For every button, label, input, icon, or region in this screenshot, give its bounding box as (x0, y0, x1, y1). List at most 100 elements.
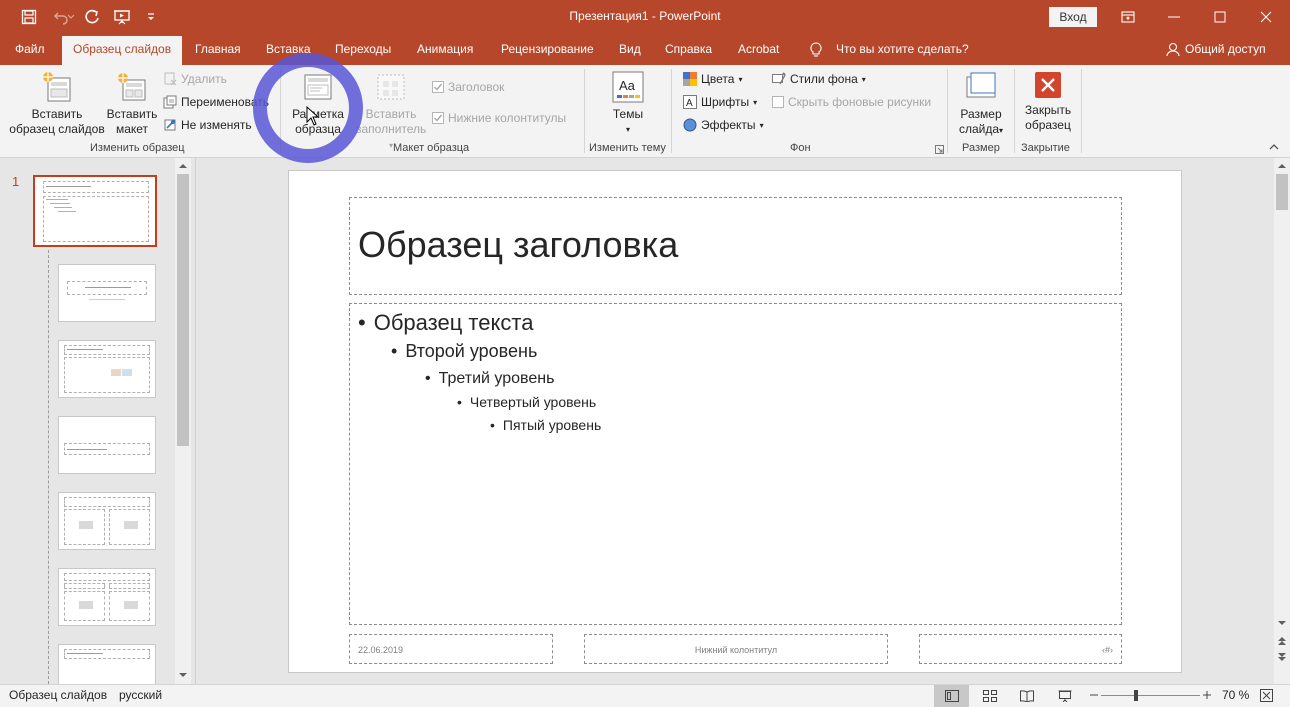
close-master-view-button[interactable]: Закрыть образец (1018, 71, 1078, 133)
master-layout-icon (302, 71, 334, 103)
master-slide-number: 1 (12, 174, 20, 189)
next-slide-icon[interactable] (1277, 652, 1287, 662)
slide-title-text: Образец заголовка (358, 224, 679, 265)
format-background-launcher-icon[interactable] (935, 145, 944, 154)
date-placeholder[interactable]: 22.06.2019 (349, 634, 553, 664)
editor-scroll-thumb[interactable] (1276, 174, 1288, 210)
previous-slide-icon[interactable] (1277, 636, 1287, 646)
ribbon-display-options-icon[interactable] (1105, 0, 1151, 34)
thumb-picture (79, 601, 93, 609)
footer-slide-number: ‹#› (1102, 645, 1113, 655)
scroll-up-icon[interactable] (1277, 163, 1287, 169)
editor-scrollbar[interactable] (1274, 158, 1290, 684)
slide-size-button[interactable]: Размер слайда▾ (951, 71, 1011, 138)
tab-transitions[interactable]: Переходы (335, 42, 391, 56)
tab-acrobat[interactable]: Acrobat (738, 42, 779, 56)
background-styles-button[interactable]: Стили фона ▾ (772, 72, 866, 86)
slide-number-placeholder[interactable]: ‹#› (919, 634, 1122, 664)
colors-caret-icon: ▾ (738, 74, 743, 84)
zoom-slider-handle[interactable] (1133, 690, 1138, 701)
delete-button[interactable]: Удалить (163, 72, 227, 86)
rename-button[interactable]: Переименовать (163, 95, 269, 109)
scroll-down-icon[interactable] (1277, 620, 1287, 626)
preserve-button[interactable]: Не изменять (163, 118, 252, 132)
group-label-background: Фон (790, 142, 811, 154)
svg-text:A: A (686, 98, 693, 109)
group-label-close: Закрытие (1021, 142, 1070, 154)
tab-help[interactable]: Справка (665, 42, 712, 56)
ribbon-tabs: Файл Образец слайдов Главная Вставка Пер… (0, 34, 1290, 65)
scroll-up-icon[interactable] (178, 163, 188, 169)
insert-placeholder-button[interactable]: Вставить заполнитель ▾ (356, 71, 426, 153)
slide-sorter-icon[interactable] (983, 690, 997, 702)
ribbon-separator (671, 69, 672, 153)
tab-review[interactable]: Рецензирование (501, 42, 594, 56)
tab-view[interactable]: Вид (619, 42, 641, 56)
login-button[interactable]: Вход (1049, 7, 1097, 27)
layout-thumbnail-section-header[interactable] (58, 416, 156, 474)
title-placeholder[interactable]: Образец заголовка (349, 197, 1122, 295)
footer-placeholder[interactable]: Нижний колонтитул (584, 634, 888, 664)
fit-slide-icon[interactable] (1260, 689, 1273, 702)
layout-thumbnail-two-content[interactable] (58, 492, 156, 550)
normal-view-button[interactable] (934, 685, 969, 707)
master-layout-button[interactable]: Разметка образца (286, 71, 350, 137)
share-button[interactable]: Общий доступ (1185, 42, 1266, 56)
ribbon-separator (947, 69, 948, 153)
rename-icon (163, 95, 177, 109)
thumb-line (46, 199, 68, 200)
scroll-down-icon[interactable] (178, 672, 188, 678)
thumb-line (46, 186, 91, 187)
hide-background-checkbox[interactable]: Скрыть фоновые рисунки (772, 95, 931, 109)
zoom-level[interactable]: 70 % (1222, 688, 1249, 702)
hide-background-label: Скрыть фоновые рисунки (788, 95, 932, 109)
themes-button[interactable]: Aa Темы ▾ (598, 71, 658, 137)
master-slide-thumbnail[interactable] (33, 175, 157, 247)
group-label-edit-master: Изменить образец (90, 142, 185, 154)
tell-me-search[interactable]: Что вы хотите сделать? (836, 42, 969, 56)
text-level-1: • Образец текста (358, 310, 533, 336)
group-label-master-layout: Макет образца (393, 142, 470, 154)
layout-thumbnail-title-only[interactable] (58, 644, 156, 684)
footers-checkbox[interactable]: Нижние колонтитулы (432, 111, 566, 125)
title-checkbox[interactable]: Заголовок (432, 80, 504, 94)
text-level-2: • Второй уровень (391, 341, 537, 362)
layout-thumbnail-title-content[interactable] (58, 340, 156, 398)
thumb-line (54, 207, 72, 208)
layout-thumbnail-comparison[interactable] (58, 568, 156, 626)
layout-thumbnail-title-slide[interactable] (58, 264, 156, 322)
maximize-icon[interactable] (1197, 0, 1243, 34)
tab-home[interactable]: Главная (195, 42, 241, 56)
slideshow-icon[interactable] (1058, 690, 1072, 702)
insert-slide-master-button[interactable]: Вставить образец слайдов (6, 71, 108, 137)
insert-master-label-2: образец слайдов (9, 122, 105, 136)
thumbnails-scroll-thumb[interactable] (177, 174, 189, 446)
minimize-icon[interactable] (1151, 0, 1197, 34)
zoom-slider-track[interactable] (1101, 695, 1200, 696)
close-window-icon[interactable] (1243, 0, 1289, 34)
effects-caret-icon: ▾ (759, 120, 764, 130)
reading-view-icon[interactable] (1020, 690, 1034, 702)
status-language[interactable]: русский (119, 688, 162, 702)
insert-layout-icon (115, 71, 149, 103)
tab-insert[interactable]: Вставка (266, 42, 311, 56)
colors-button[interactable]: Цвета ▾ (683, 72, 742, 86)
fonts-button[interactable]: A Шрифты ▾ (683, 95, 757, 109)
zoom-in-icon[interactable] (1203, 689, 1211, 701)
tab-slide-master[interactable]: Образец слайдов (62, 36, 183, 65)
zoom-out-icon[interactable] (1090, 689, 1098, 701)
group-label-edit-theme: Изменить тему (589, 142, 666, 154)
hide-background-check-icon (772, 96, 784, 108)
body-placeholder[interactable]: • Образец текста • Второй уровень • Третий … (349, 303, 1122, 625)
colors-icon (683, 72, 697, 86)
status-bar: Образец слайдов русский 70 % (0, 684, 1290, 707)
insert-layout-button[interactable]: Вставить макет (104, 71, 160, 137)
tab-file[interactable]: Файл (15, 42, 45, 56)
tab-animations[interactable]: Анимация (417, 42, 473, 56)
slide-master-canvas[interactable]: Образец заголовка • Образец текста • Второ… (288, 170, 1182, 673)
person-icon (1166, 42, 1180, 57)
collapse-ribbon-icon[interactable] (1269, 143, 1279, 151)
effects-button[interactable]: Эффекты ▾ (683, 118, 764, 132)
title-bar: Презентация1 - PowerPoint Вход (0, 0, 1290, 34)
thumbnails-scrollbar[interactable] (175, 158, 191, 684)
